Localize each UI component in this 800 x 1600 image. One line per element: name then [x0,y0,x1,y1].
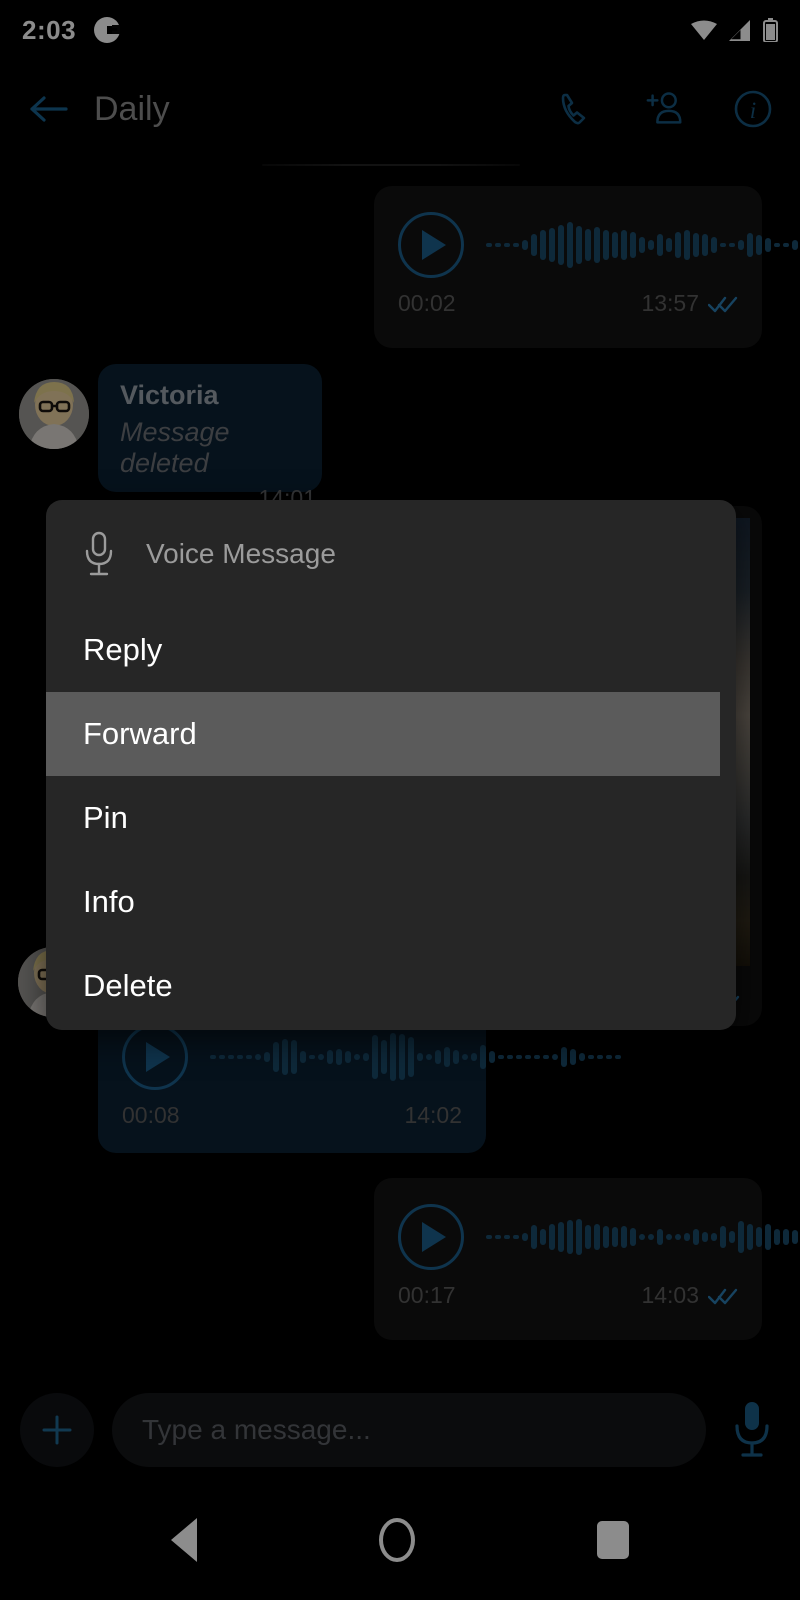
add-member-button[interactable] [644,88,686,130]
sender-name: Victoria [120,380,219,410]
voice-meta: 00:02 13:57 [374,278,762,335]
context-menu-item-label: Forward [83,716,197,751]
play-button[interactable] [122,1024,188,1090]
battery-icon [763,18,778,42]
status-time: 2:03 [22,14,77,45]
phone-icon [561,93,586,125]
context-menu-item-info[interactable]: Info [46,860,736,944]
add-person-icon [646,92,682,124]
status-bar: 2:03 [0,0,800,60]
chat-header: Daily i [0,60,800,158]
context-menu-item-pin[interactable]: Pin [46,776,736,860]
attach-button[interactable] [20,1393,94,1467]
meta-right: 13:57 [641,290,738,317]
header-actions: i [556,88,774,130]
context-menu-item-label: Pin [83,800,128,835]
message-bubble-text-incoming[interactable]: Victoria Message deleted 14:01 [98,364,322,511]
message-time: 14:02 [404,1102,462,1128]
nav-back-icon[interactable] [171,1518,197,1562]
voice-meta: 00:17 14:03 [374,1270,762,1327]
voice-record-button[interactable] [724,1397,780,1463]
context-menu-title: Voice Message [146,538,336,569]
info-circle-icon: i [734,90,772,128]
message-context-menu[interactable]: Voice Message Reply Forward Pin Info Del… [46,500,736,1030]
voice-row [374,186,798,278]
svg-text:i: i [750,98,756,123]
message-input-placeholder: Type a message... [142,1414,371,1445]
microphone-icon [85,531,113,576]
message-divider [262,164,520,166]
play-icon [422,230,446,260]
message-input-bar: Type a message... [0,1380,800,1480]
context-menu-item-label: Delete [83,968,173,1003]
context-menu-item-forward[interactable]: Forward [46,692,720,776]
context-menu-item-label: Info [83,884,135,919]
wifi-icon [691,20,717,40]
avatar-image [19,379,89,449]
android-nav-bar [0,1480,800,1600]
context-menu-item-delete[interactable]: Delete [46,944,736,1028]
voice-row [374,1178,798,1270]
voice-duration: 00:08 [122,1102,180,1128]
waveform[interactable] [486,1212,800,1262]
message-time: 14:03 [641,1282,699,1308]
context-menu-header: Voice Message [46,500,736,608]
context-menu-list: Reply Forward Pin Info Delete [46,608,736,1028]
waveform[interactable] [486,220,800,270]
waveform[interactable] [210,1032,621,1082]
message-input[interactable]: Type a message... [112,1393,706,1467]
read-receipt-icon [708,296,738,312]
play-icon [146,1042,170,1072]
call-button[interactable] [556,88,598,130]
meta-right: 14:03 [641,1282,738,1309]
microphone-icon [735,1402,769,1457]
g-logo-icon [94,17,121,43]
cellular-signal-icon [729,19,750,41]
play-button[interactable] [398,212,464,278]
play-button[interactable] [398,1204,464,1270]
info-button[interactable]: i [732,88,774,130]
message-bubble-voice-outgoing-1[interactable]: 00:02 13:57 [374,186,798,348]
plus-icon [42,1415,72,1445]
page-title: Daily [94,89,170,128]
context-menu-item-label: Reply [83,632,163,667]
play-icon [422,1222,446,1252]
message-bubble-voice-outgoing-2[interactable]: 00:17 14:03 [374,1178,798,1340]
nav-recents-icon[interactable] [597,1521,629,1559]
nav-home-icon[interactable] [379,1518,415,1562]
voice-duration: 00:02 [398,290,456,316]
back-button[interactable] [26,87,70,131]
voice-meta: 00:08 14:02 [98,1090,486,1147]
voice-duration: 00:17 [398,1282,456,1308]
message-text: Message deleted [120,417,230,478]
context-menu-item-reply[interactable]: Reply [46,608,736,692]
phone-screen: 2:03 Daily i 00:02 13:57 Victoria Messag… [0,0,800,1600]
arrow-left-icon [30,96,68,122]
read-receipt-icon [708,1288,738,1304]
avatar[interactable] [19,379,89,449]
message-time: 13:57 [641,290,699,316]
status-icons [691,18,778,42]
